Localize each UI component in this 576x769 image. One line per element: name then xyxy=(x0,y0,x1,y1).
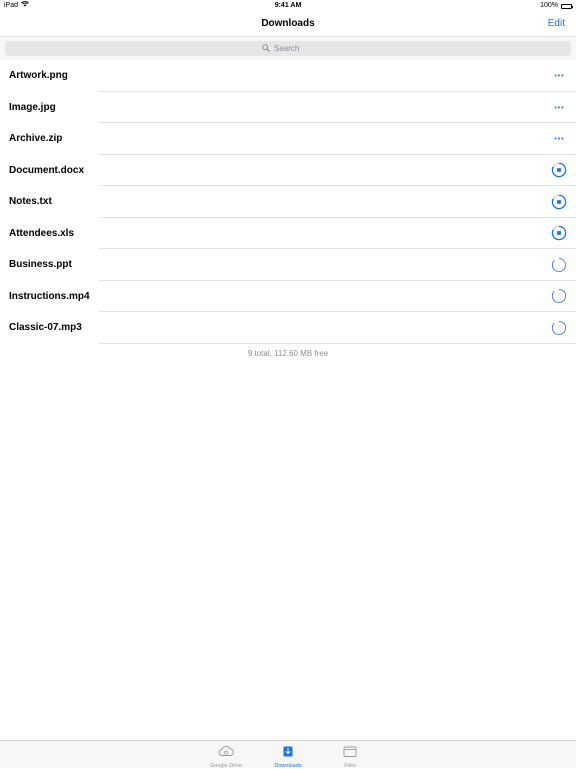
search-container xyxy=(0,37,576,60)
more-options-icon[interactable] xyxy=(551,68,567,84)
file-row[interactable]: Attendees.xls xyxy=(0,218,576,250)
tab-files[interactable]: Files xyxy=(319,741,381,769)
files-icon xyxy=(342,744,358,762)
file-row[interactable]: Instructions.mp4 xyxy=(0,281,576,313)
download-progress-icon[interactable] xyxy=(551,225,567,241)
file-row[interactable]: Classic-07.mp3 xyxy=(0,312,576,344)
file-list: Artwork.png Image.jpg Archive.zip Docume… xyxy=(0,60,576,344)
download-pending-icon[interactable] xyxy=(551,257,567,273)
more-options-icon[interactable] xyxy=(551,131,567,147)
navigation-bar: Downloads Edit xyxy=(0,12,576,37)
battery-percent: 100% xyxy=(540,2,558,9)
file-name: Artwork.png xyxy=(9,70,68,82)
cloud-icon xyxy=(218,744,234,762)
battery-icon xyxy=(561,3,573,9)
download-pending-icon[interactable] xyxy=(551,288,567,304)
download-progress-icon[interactable] xyxy=(551,194,567,210)
edit-button[interactable]: Edit xyxy=(548,12,565,36)
search-icon xyxy=(262,43,270,54)
tab-label: Files xyxy=(344,763,356,769)
more-options-icon[interactable] xyxy=(551,99,567,115)
search-bar[interactable] xyxy=(5,41,571,56)
file-row[interactable]: Archive.zip xyxy=(0,123,576,155)
status-bar: iPad 9:41 AM 100% xyxy=(0,0,576,12)
tab-google-drive[interactable]: Google Drive xyxy=(195,741,257,769)
tab-downloads[interactable]: Downloads xyxy=(257,741,319,769)
download-progress-icon[interactable] xyxy=(551,162,567,178)
file-name: Instructions.mp4 xyxy=(9,290,90,302)
file-row[interactable]: Image.jpg xyxy=(0,92,576,124)
file-name: Archive.zip xyxy=(9,133,63,145)
page-title: Downloads xyxy=(261,18,315,29)
tab-bar: Google Drive Downloads Files xyxy=(0,740,576,769)
downloads-icon xyxy=(280,744,296,762)
tab-label: Google Drive xyxy=(209,763,243,769)
file-name: Notes.txt xyxy=(9,196,52,208)
status-right: 100% xyxy=(540,0,573,12)
file-row[interactable]: Document.docx xyxy=(0,155,576,187)
status-time: 9:41 AM xyxy=(274,2,302,9)
file-row[interactable]: Business.ppt xyxy=(0,249,576,281)
file-row[interactable]: Artwork.png xyxy=(0,60,576,92)
search-input[interactable] xyxy=(274,44,314,53)
storage-summary: 9 total, 112.60 MB free xyxy=(247,349,329,358)
file-name: Document.docx xyxy=(9,164,85,176)
file-row[interactable]: Notes.txt xyxy=(0,186,576,218)
file-name: Classic-07.mp3 xyxy=(9,322,82,334)
file-name: Business.ppt xyxy=(9,259,72,271)
download-pending-icon[interactable] xyxy=(551,320,567,336)
tab-label: Downloads xyxy=(274,763,302,769)
file-name: Image.jpg xyxy=(9,101,56,113)
file-name: Attendees.xls xyxy=(9,227,75,239)
